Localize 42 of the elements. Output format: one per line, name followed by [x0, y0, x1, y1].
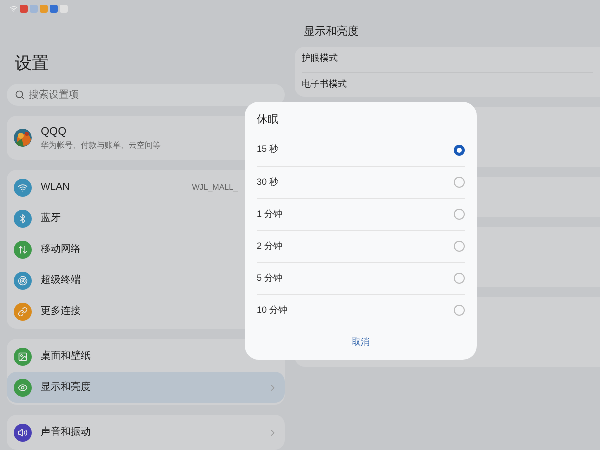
row-label: 更多连接 [41, 304, 81, 319]
radio-button[interactable] [454, 241, 465, 252]
row-value: WJL_MALL_ [192, 182, 238, 194]
row-label: 超级终端 [41, 274, 81, 288]
row-label: 蓝牙 [41, 212, 61, 226]
wifi-icon [10, 5, 18, 13]
wifi-icon [18, 182, 28, 192]
detail-row[interactable]: 护眼模式 [302, 46, 593, 72]
row-label: 声音和振动 [41, 426, 91, 440]
account-name: QQQ [41, 124, 68, 140]
image-icon [18, 352, 28, 362]
dialog-title: 休眠 [257, 113, 280, 128]
cancel-button[interactable]: 取消 [346, 336, 376, 350]
row-label: 移动网络 [41, 243, 81, 257]
search-icon [15, 90, 25, 100]
detail-row[interactable]: 电子书模式 [302, 72, 593, 96]
search-placeholder: 搜索设置项 [29, 88, 79, 102]
eye-icon [18, 382, 28, 392]
radio-option[interactable]: 5 分钟 [257, 262, 465, 294]
detail-title: 显示和亮度 [304, 24, 360, 40]
radio-option[interactable]: 30 秒 [257, 166, 465, 198]
radio-option[interactable]: 2 分钟 [257, 230, 465, 262]
bluetooth-icon [18, 214, 28, 224]
row-label: WLAN [41, 181, 70, 195]
settings-row[interactable]: 声音和振动 [7, 417, 285, 448]
radar-icon [18, 276, 28, 286]
radio-button[interactable] [454, 273, 465, 284]
link-icon [18, 306, 28, 316]
search-field[interactable]: 搜索设置项 [7, 84, 285, 106]
arrows-icon [18, 244, 28, 254]
speaker-icon [18, 428, 28, 438]
page-title: 设置 [15, 53, 50, 75]
settings-row[interactable]: 显示和亮度 [7, 372, 285, 403]
radio-button[interactable] [454, 144, 465, 156]
radio-button[interactable] [454, 305, 465, 316]
radio-option[interactable]: 1 分钟 [257, 198, 465, 230]
radio-option[interactable]: 10 分钟 [257, 294, 465, 326]
radio-button[interactable] [454, 177, 465, 188]
row-label: 显示和亮度 [41, 380, 91, 395]
account-subtitle: 华为帐号、付款与账单、云空间等 [41, 140, 161, 152]
radio-button[interactable] [454, 209, 465, 220]
row-label: 桌面和壁纸 [41, 350, 91, 364]
